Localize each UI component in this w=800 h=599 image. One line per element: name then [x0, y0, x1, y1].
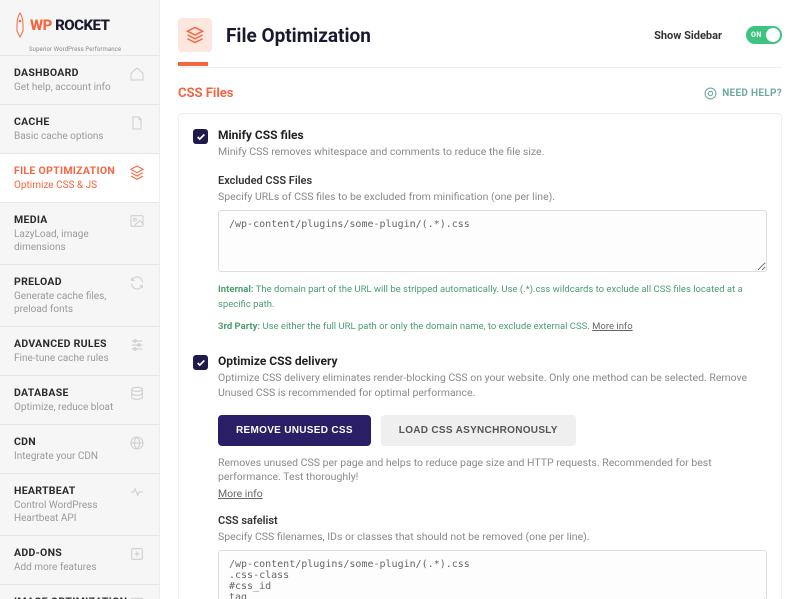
lifebuoy-icon	[704, 87, 717, 100]
hint-internal: Internal: The domain part of the URL wil…	[218, 283, 767, 312]
sidebar-item-add-ons[interactable]: ADD-ONS Add more features	[0, 535, 159, 584]
layers-icon	[129, 164, 145, 180]
sidebar-item-file-optimization[interactable]: FILE OPTIMIZATION Optimize CSS & JS	[0, 153, 159, 202]
nav-desc: Generate cache files, preload fonts	[14, 290, 129, 316]
nav-desc: Control WordPress Heartbeat API	[14, 499, 129, 525]
optimize-label: Optimize CSS delivery	[218, 354, 767, 368]
sidebar-item-image-optimization[interactable]: IMAGE OPTIMIZATION	[0, 584, 159, 599]
rocket-icon	[14, 12, 26, 38]
img2-icon	[129, 595, 145, 599]
sidebar-item-heartbeat[interactable]: HEARTBEAT Control WordPress Heartbeat API	[0, 473, 159, 535]
minify-desc: Minify CSS removes whitespace and commen…	[218, 145, 767, 160]
sliders-icon	[129, 337, 145, 353]
sidebar-item-dashboard[interactable]: DASHBOARD Get help, account info	[0, 55, 159, 104]
remove-unused-css-button[interactable]: REMOVE UNUSED CSS	[218, 415, 371, 446]
refresh-icon	[129, 275, 145, 291]
nav-label: IMAGE OPTIMIZATION	[14, 595, 129, 599]
need-help-link[interactable]: NEED HELP?	[704, 87, 782, 100]
nav-label: PRELOAD	[14, 275, 129, 288]
nav-label: MEDIA	[14, 213, 129, 226]
nav-desc: Integrate your CDN	[14, 450, 129, 463]
sidebar-toggle[interactable]: ON	[746, 26, 782, 44]
home-icon	[129, 66, 145, 82]
nav-label: DATABASE	[14, 386, 129, 399]
page-title: File Optimization	[226, 24, 640, 47]
css-card: Minify CSS files Minify CSS removes whit…	[178, 113, 782, 599]
sidebar-item-cdn[interactable]: CDN Integrate your CDN	[0, 424, 159, 473]
nav-label: CDN	[14, 435, 129, 448]
image-icon	[129, 213, 145, 229]
safelist-desc: Specify CSS filenames, IDs or classes th…	[218, 530, 767, 545]
safelist-label: CSS safelist	[218, 514, 767, 527]
nav-desc: Add more features	[14, 561, 129, 574]
nav: DASHBOARD Get help, account info CACHE Basi…	[0, 53, 159, 599]
content: CSS Files NEED HELP? Minify CSS files Mi…	[160, 68, 800, 599]
layers-icon	[178, 18, 212, 52]
nav-desc: Get help, account info	[14, 81, 129, 94]
sidebar-item-preload[interactable]: PRELOAD Generate cache files, preload fon…	[0, 264, 159, 326]
logo: WP ROCKET	[0, 0, 159, 48]
nav-desc: Basic cache options	[14, 130, 129, 143]
nav-label: FILE OPTIMIZATION	[14, 164, 129, 177]
section-title: CSS Files	[178, 86, 233, 101]
tab-indicator	[178, 64, 782, 68]
heart-icon	[129, 484, 145, 500]
nav-label: ADD-ONS	[14, 546, 129, 559]
sidebar-item-database[interactable]: DATABASE Optimize, reduce bloat	[0, 375, 159, 424]
sidebar: WP ROCKET Superior WordPress Performance…	[0, 0, 160, 599]
remove-unused-desc: Removes unused CSS per page and helps to…	[218, 456, 767, 485]
logo-subtitle: Superior WordPress Performance	[0, 46, 159, 53]
optimize-css-checkbox[interactable]	[193, 355, 208, 370]
nav-desc: LazyLoad, image dimensions	[14, 228, 129, 254]
plus-icon	[129, 546, 145, 562]
header: File Optimization Show Sidebar ON	[160, 0, 800, 52]
hint-3rd: 3rd Party: Use either the full URL path …	[218, 320, 767, 334]
excluded-css-desc: Specify URLs of CSS files to be excluded…	[218, 190, 767, 205]
more-info-link[interactable]: More info	[592, 321, 633, 332]
more-info-link-2[interactable]: More info	[218, 487, 263, 500]
excluded-css-label: Excluded CSS Files	[218, 174, 767, 187]
nav-desc: Optimize CSS & JS	[14, 179, 129, 192]
nav-label: HEARTBEAT	[14, 484, 129, 497]
check-icon	[196, 358, 206, 368]
file-icon	[129, 115, 145, 131]
show-sidebar-label: Show Sidebar	[654, 29, 722, 42]
globe-icon	[129, 435, 145, 451]
nav-desc: Optimize, reduce bloat	[14, 401, 129, 414]
nav-label: ADVANCED RULES	[14, 337, 129, 350]
sidebar-item-media[interactable]: MEDIA LazyLoad, image dimensions	[0, 202, 159, 264]
sidebar-item-cache[interactable]: CACHE Basic cache options	[0, 104, 159, 153]
main: File Optimization Show Sidebar ON CSS Fi…	[160, 0, 800, 599]
load-css-async-button[interactable]: LOAD CSS ASYNCHRONOUSLY	[381, 415, 576, 446]
check-icon	[196, 132, 206, 142]
db-icon	[129, 386, 145, 402]
sidebar-item-advanced-rules[interactable]: ADVANCED RULES Fine-tune cache rules	[0, 326, 159, 375]
nav-label: DASHBOARD	[14, 66, 129, 79]
optimize-desc: Optimize CSS delivery eliminates render-…	[218, 371, 767, 400]
safelist-textarea[interactable]	[218, 550, 767, 599]
nav-desc: Fine-tune cache rules	[14, 352, 129, 365]
minify-css-checkbox[interactable]	[193, 129, 208, 144]
minify-label: Minify CSS files	[218, 128, 767, 142]
nav-label: CACHE	[14, 115, 129, 128]
excluded-css-textarea[interactable]	[218, 210, 767, 272]
